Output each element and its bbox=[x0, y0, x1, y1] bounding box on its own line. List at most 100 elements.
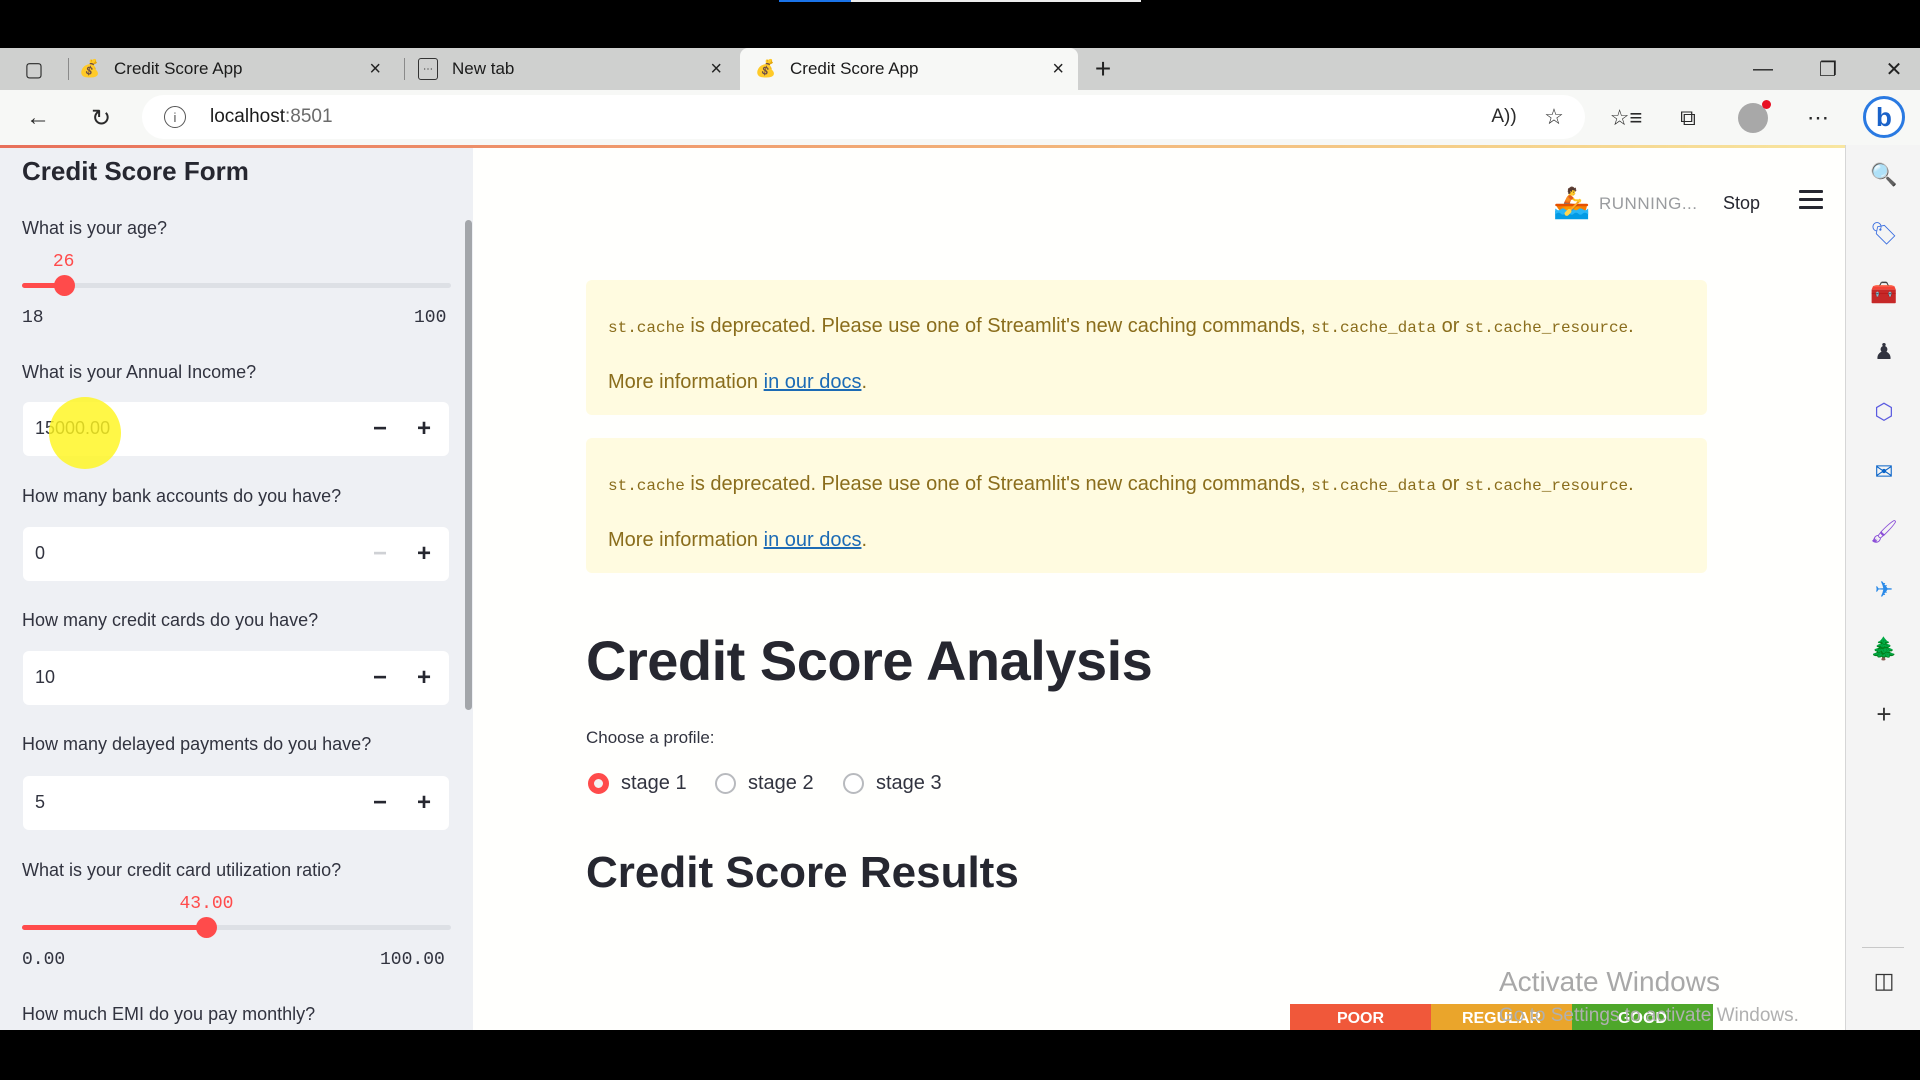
tab-strip: ▢ 💰 Credit Score App × ⋯ New tab × 💰 Cre… bbox=[0, 48, 1920, 90]
credit-cards-decrement-button[interactable]: − bbox=[363, 661, 397, 695]
close-tab-icon[interactable]: × bbox=[1052, 58, 1064, 81]
income-increment-button[interactable]: + bbox=[407, 412, 441, 446]
games-icon[interactable]: ♟ bbox=[1870, 338, 1898, 366]
collections-icon[interactable]: ⧉ bbox=[1670, 100, 1706, 136]
credit-cards-label: How many credit cards do you have? bbox=[22, 610, 319, 630]
utilization-slider-fill bbox=[22, 925, 207, 930]
warning-more-info: More information in our docs. bbox=[608, 371, 867, 394]
docs-link[interactable]: in our docs bbox=[764, 529, 862, 551]
radio-dot bbox=[588, 773, 609, 794]
tab-actions-icon[interactable]: ▢ bbox=[16, 51, 52, 87]
url-host: localhost bbox=[210, 106, 285, 127]
split-pane-icon[interactable]: ◫ bbox=[1870, 967, 1898, 995]
screen-letterbox bbox=[0, 1030, 1920, 1080]
docs-link[interactable]: in our docs bbox=[764, 371, 862, 393]
browser-toolbar: ← ↻ i localhost:8501 A)) ☆ ☆≡ ⧉ ⋯ bbox=[0, 90, 1920, 145]
main-content: 🚣 RUNNING... Stop st.cache is deprecated… bbox=[473, 148, 1845, 1030]
cursor-highlight bbox=[49, 397, 121, 469]
tab-separator bbox=[404, 58, 405, 80]
bing-copilot-icon[interactable]: b bbox=[1863, 96, 1905, 138]
delayed-payments-input[interactable]: 5 − + bbox=[23, 776, 449, 830]
delayed-payments-increment-button[interactable]: + bbox=[407, 786, 441, 820]
code-st-cache: st.cache bbox=[608, 477, 685, 495]
tab-new-tab[interactable]: ⋯ New tab × bbox=[418, 48, 736, 90]
sidebar: Credit Score Form What is your age? 26 1… bbox=[0, 148, 473, 1030]
income-decrement-button[interactable]: − bbox=[363, 412, 397, 446]
read-aloud-icon[interactable]: A)) bbox=[1486, 99, 1522, 135]
microsoft-365-icon[interactable]: ⬡ bbox=[1870, 398, 1898, 426]
bank-accounts-decrement-button[interactable]: − bbox=[363, 537, 397, 571]
credit-cards-value: 10 bbox=[35, 667, 56, 687]
radio-label: stage 3 bbox=[876, 772, 942, 794]
code-st-cache-data: st.cache_data bbox=[1311, 477, 1437, 495]
close-window-button[interactable]: ✕ bbox=[1874, 48, 1914, 90]
more-icon[interactable]: ⋯ bbox=[1800, 100, 1836, 136]
tab-title: Credit Score App bbox=[114, 59, 243, 78]
radio-stage-1[interactable]: stage 1 bbox=[588, 772, 687, 795]
profile-icon[interactable] bbox=[1735, 100, 1771, 136]
radio-dot bbox=[843, 773, 864, 794]
deprecation-warning: st.cache is deprecated. Please use one o… bbox=[586, 280, 1707, 415]
running-status: RUNNING... bbox=[1599, 194, 1698, 213]
stop-button[interactable]: Stop bbox=[1723, 193, 1760, 214]
bank-accounts-label: How many bank accounts do you have? bbox=[22, 486, 342, 506]
back-icon[interactable]: ← bbox=[20, 100, 56, 136]
delayed-payments-decrement-button[interactable]: − bbox=[363, 786, 397, 820]
new-tab-button[interactable]: + bbox=[1083, 48, 1123, 90]
warning-or: or bbox=[1436, 315, 1465, 337]
period: . bbox=[861, 371, 868, 393]
utilization-slider[interactable] bbox=[22, 917, 451, 938]
period: . bbox=[861, 529, 868, 551]
edge-sidebar: 🔍 🏷 🧰 ♟ ⬡ ✉ 🖌 ✈ 🌲 + ◫ bbox=[1845, 145, 1920, 1030]
add-favorite-icon[interactable]: ☆ bbox=[1536, 99, 1572, 135]
age-slider[interactable] bbox=[22, 275, 451, 296]
favorites-icon[interactable]: ☆≡ bbox=[1608, 100, 1644, 136]
warning-text: is deprecated. Please use one of Streaml… bbox=[684, 315, 1312, 337]
activate-windows-subtitle: Go to Settings to activate Windows. bbox=[1499, 1005, 1799, 1026]
money-bag-icon: 💰 bbox=[755, 59, 777, 78]
designer-icon[interactable]: 🖌 bbox=[1870, 518, 1898, 546]
age-label: What is your age? bbox=[22, 218, 168, 238]
outlook-icon[interactable]: ✉ bbox=[1870, 458, 1898, 486]
drop-icon[interactable]: ✈ bbox=[1870, 576, 1898, 604]
radio-stage-2[interactable]: stage 2 bbox=[715, 772, 814, 795]
utilization-slider-thumb[interactable] bbox=[196, 917, 218, 938]
add-icon[interactable]: + bbox=[1870, 699, 1898, 729]
streamlit-page: Credit Score Form What is your age? 26 1… bbox=[0, 145, 1845, 1030]
warning-text: is deprecated. Please use one of Streaml… bbox=[684, 473, 1312, 495]
age-slider-max: 100 bbox=[414, 308, 447, 328]
minimize-button[interactable]: — bbox=[1743, 48, 1783, 90]
close-tab-icon[interactable]: × bbox=[710, 58, 722, 81]
search-icon[interactable]: 🔍 bbox=[1870, 161, 1898, 189]
sidebar-title: Credit Score Form bbox=[22, 156, 249, 186]
site-info-icon[interactable]: i bbox=[164, 106, 186, 128]
sidebar-scrollbar[interactable] bbox=[465, 220, 472, 710]
tab-credit-score-app-active[interactable]: 💰 Credit Score App × bbox=[740, 48, 1078, 90]
utilization-slider-max: 100.00 bbox=[380, 950, 445, 970]
bank-accounts-increment-button[interactable]: + bbox=[407, 537, 441, 571]
video-progress-fill bbox=[779, 0, 852, 2]
results-title: Credit Score Results bbox=[586, 848, 1019, 897]
tree-icon[interactable]: 🌲 bbox=[1870, 635, 1898, 663]
hamburger-menu-icon[interactable] bbox=[1799, 190, 1823, 210]
age-slider-thumb[interactable] bbox=[53, 275, 75, 296]
tab-title: Credit Score App bbox=[790, 59, 919, 78]
tab-credit-score-app-1[interactable]: 💰 Credit Score App × bbox=[79, 48, 395, 90]
code-st-cache: st.cache bbox=[608, 319, 685, 337]
bank-accounts-input[interactable]: 0 − + bbox=[23, 527, 449, 581]
warning-message: st.cache is deprecated. Please use one o… bbox=[608, 473, 1634, 496]
credit-cards-input[interactable]: 10 − + bbox=[23, 651, 449, 705]
shopping-tag-icon[interactable]: 🏷 bbox=[1870, 220, 1898, 248]
delayed-payments-label: How many delayed payments do you have? bbox=[22, 734, 372, 754]
url-text: localhost:8501 bbox=[210, 106, 333, 128]
tools-icon[interactable]: 🧰 bbox=[1870, 279, 1898, 307]
restore-button[interactable]: ❐ bbox=[1808, 48, 1848, 90]
refresh-icon[interactable]: ↻ bbox=[83, 100, 119, 136]
radio-dot bbox=[715, 773, 736, 794]
tab-separator bbox=[68, 58, 69, 80]
credit-cards-increment-button[interactable]: + bbox=[407, 661, 441, 695]
address-bar[interactable]: i localhost:8501 A)) ☆ bbox=[142, 95, 1585, 139]
radio-stage-3[interactable]: stage 3 bbox=[843, 772, 942, 795]
close-tab-icon[interactable]: × bbox=[369, 58, 381, 81]
code-st-cache-data: st.cache_data bbox=[1311, 319, 1437, 337]
